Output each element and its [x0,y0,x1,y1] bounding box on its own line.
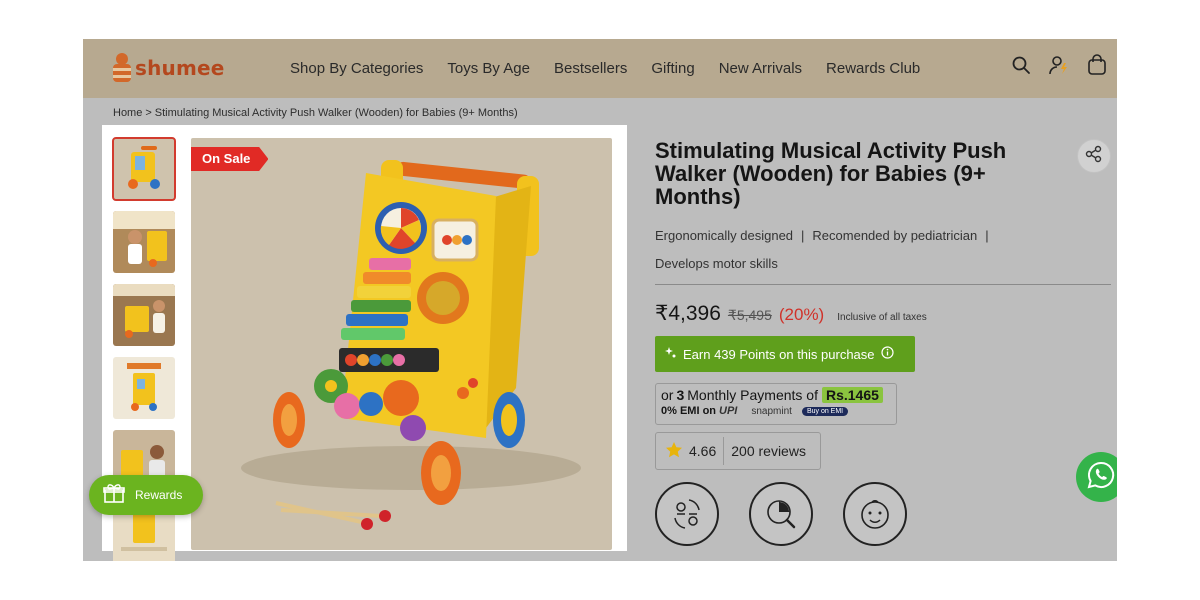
feature-badges [655,482,1115,546]
emi-line: or 3 Monthly Payments of Rs.1465 [661,387,891,403]
earn-points-text: Earn 439 Points on this purchase [683,346,875,362]
gift-icon [103,483,125,508]
rewards-button[interactable]: Rewards [89,475,203,515]
emi-provider-line: 0% EMI on UPI snapmint Buy on EMI [661,405,891,417]
emi-count: 3 [676,387,685,403]
review-count[interactable]: 200 reviews [731,443,806,459]
emi-suffix: Monthly Payments of [687,387,818,403]
sale-price: ₹4,396 [655,302,721,325]
nav-shop-by-categories[interactable]: Shop By Categories [290,60,423,77]
emi-amount: Rs.1465 [821,387,883,403]
zero-emi-text: 0% EMI on [661,405,717,417]
share-button[interactable] [1077,139,1111,173]
product-title: Stimulating Musical Activity Push Walker… [655,138,1007,209]
cart-icon[interactable] [1085,53,1109,77]
share-icon [1085,145,1103,168]
breadcrumb-separator: > [145,107,152,119]
thumbnail-3[interactable] [113,284,175,346]
feature-separator: | [801,228,805,243]
thumbnail-1[interactable] [112,137,176,201]
sparkle-icon [665,346,677,362]
original-price: ₹5,495 [727,307,772,323]
emi-box[interactable]: or 3 Monthly Payments of Rs.1465 0% EMI … [655,383,897,425]
earn-points-banner[interactable]: Earn 439 Points on this purchase [655,336,915,372]
header-icons [1009,53,1109,77]
tax-note: Inclusive of all taxes [837,312,927,323]
nav-gifting[interactable]: Gifting [651,60,694,77]
snapmint-logo: snapmint [751,405,792,417]
emi-prefix: or [661,387,674,403]
thumbnail-2[interactable] [113,211,175,273]
price-row: ₹4,396 ₹5,495 (20%) Inclusive of all tax… [655,301,1115,326]
main-product-image[interactable]: On Sale [191,138,612,550]
page-frame: shumee Shop By Categories Toys By Age Be… [83,39,1117,561]
feature-separator: | [985,228,989,243]
breadcrumb: Home > Stimulating Musical Activity Push W… [113,107,521,119]
buy-on-emi-button[interactable]: Buy on EMI [801,406,849,416]
discount-percent: (20%) [778,305,825,324]
product-info: Stimulating Musical Activity Push Walker… [655,139,1115,546]
rewards-button-label: Rewards [135,488,183,502]
nav-rewards-club[interactable]: Rewards Club [826,60,920,77]
divider [655,284,1111,285]
nav-bestsellers[interactable]: Bestsellers [554,60,627,77]
motor-skills-badge-icon [655,482,719,546]
info-icon[interactable] [880,346,894,362]
on-sale-badge: On Sale [191,147,269,171]
logo-mark-icon [111,53,133,83]
main-nav: Shop By Categories Toys By Age Bestselle… [290,39,944,98]
product-features: Ergonomically designed | Recomended by ped… [655,222,1035,278]
brand-logo[interactable]: shumee [111,53,225,83]
whatsapp-icon [1086,460,1116,495]
thumbnail-4[interactable] [113,357,175,419]
pediatrician-badge-icon [749,482,813,546]
user-icon[interactable] [1047,53,1071,77]
rating-score: 4.66 [689,443,717,459]
site-header: shumee Shop By Categories Toys By Age Be… [83,39,1117,98]
nav-toys-by-age[interactable]: Toys By Age [447,60,530,77]
rating-box[interactable]: 4.66 200 reviews [655,432,821,470]
feature-item: Develops motor skills [655,256,778,271]
nav-new-arrivals[interactable]: New Arrivals [719,60,802,77]
search-icon[interactable] [1009,53,1033,77]
breadcrumb-home[interactable]: Home [113,107,142,119]
baby-safe-badge-icon [843,482,907,546]
brand-name: shumee [135,56,225,80]
feature-item: Recomended by pediatrician [812,228,978,243]
feature-item: Ergonomically designed [655,228,794,243]
breadcrumb-current: Stimulating Musical Activity Push Walker… [154,107,518,119]
upi-logo: UPI [719,405,738,417]
rating-divider [723,437,725,465]
star-icon [665,441,683,462]
